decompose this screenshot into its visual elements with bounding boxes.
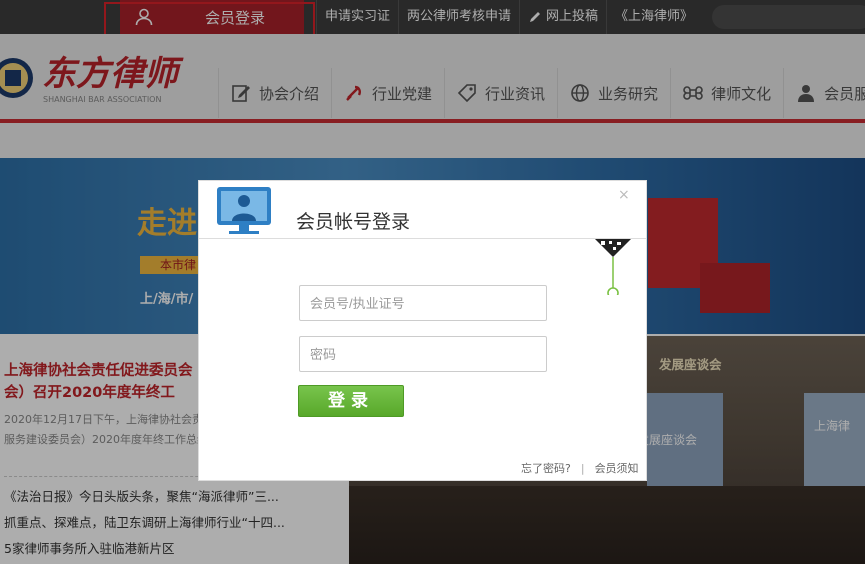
member-id-field[interactable] bbox=[299, 285, 547, 321]
login-modal: 会员帐号登录 × 登录 忘了密码? | 会员须知 bbox=[198, 180, 647, 481]
close-icon[interactable]: × bbox=[618, 187, 630, 203]
modal-title: 会员帐号登录 bbox=[296, 211, 411, 233]
forgot-password-link[interactable]: 忘了密码? bbox=[521, 460, 571, 476]
password-field[interactable] bbox=[299, 336, 547, 372]
modal-footer: 忘了密码? | 会员须知 bbox=[521, 460, 639, 476]
modal-header: 会员帐号登录 bbox=[199, 181, 646, 239]
member-notice-link[interactable]: 会员须知 bbox=[595, 460, 639, 476]
footer-separator: | bbox=[580, 461, 585, 475]
monitor-user-icon bbox=[217, 187, 271, 234]
login-submit-button[interactable]: 登录 bbox=[298, 385, 404, 417]
qr-code-icon[interactable] bbox=[595, 239, 631, 295]
